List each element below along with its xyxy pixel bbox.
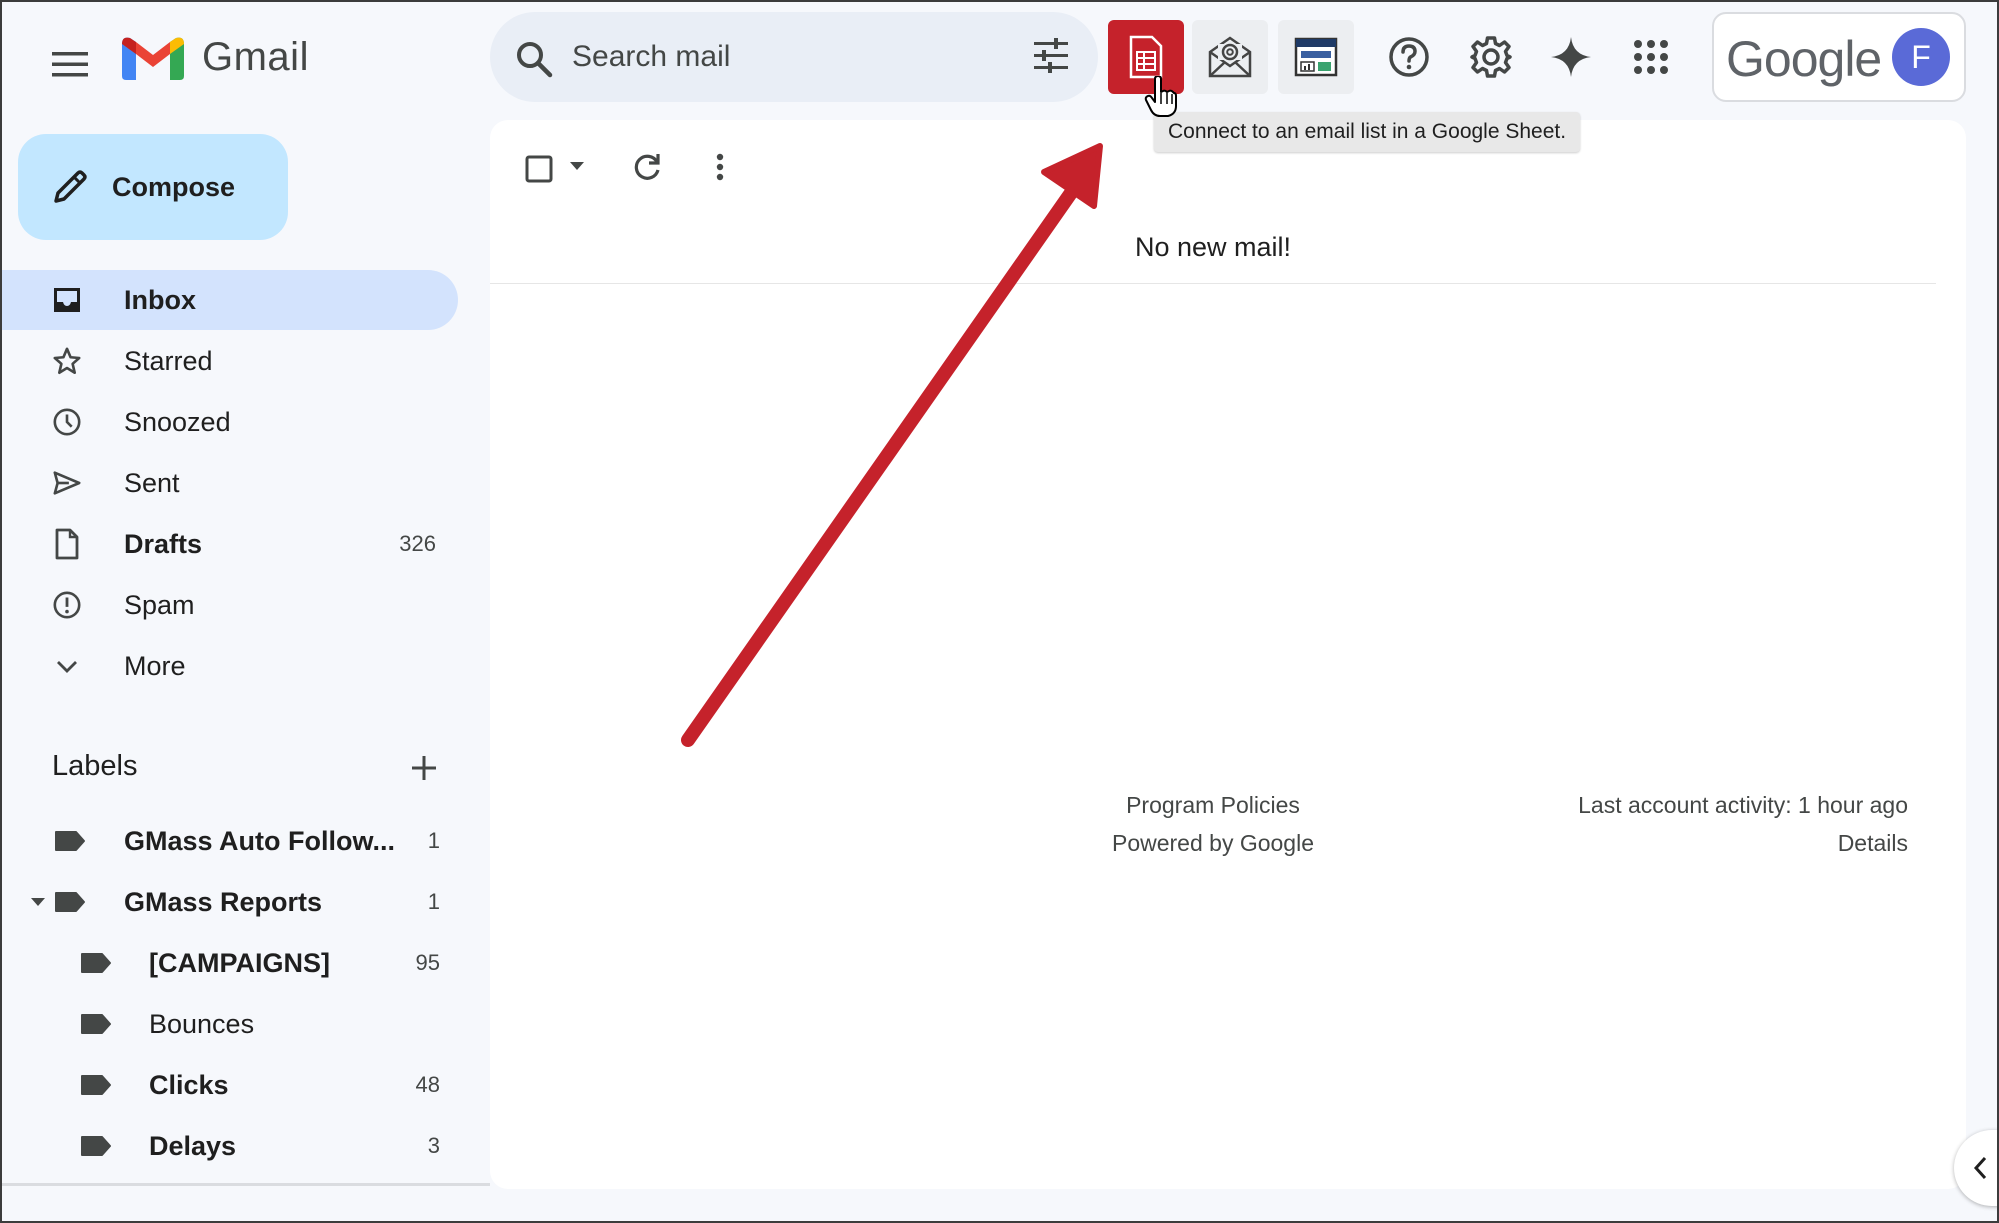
annotation-arrow (681, 143, 1103, 747)
hand-cursor-icon (1144, 76, 1177, 117)
